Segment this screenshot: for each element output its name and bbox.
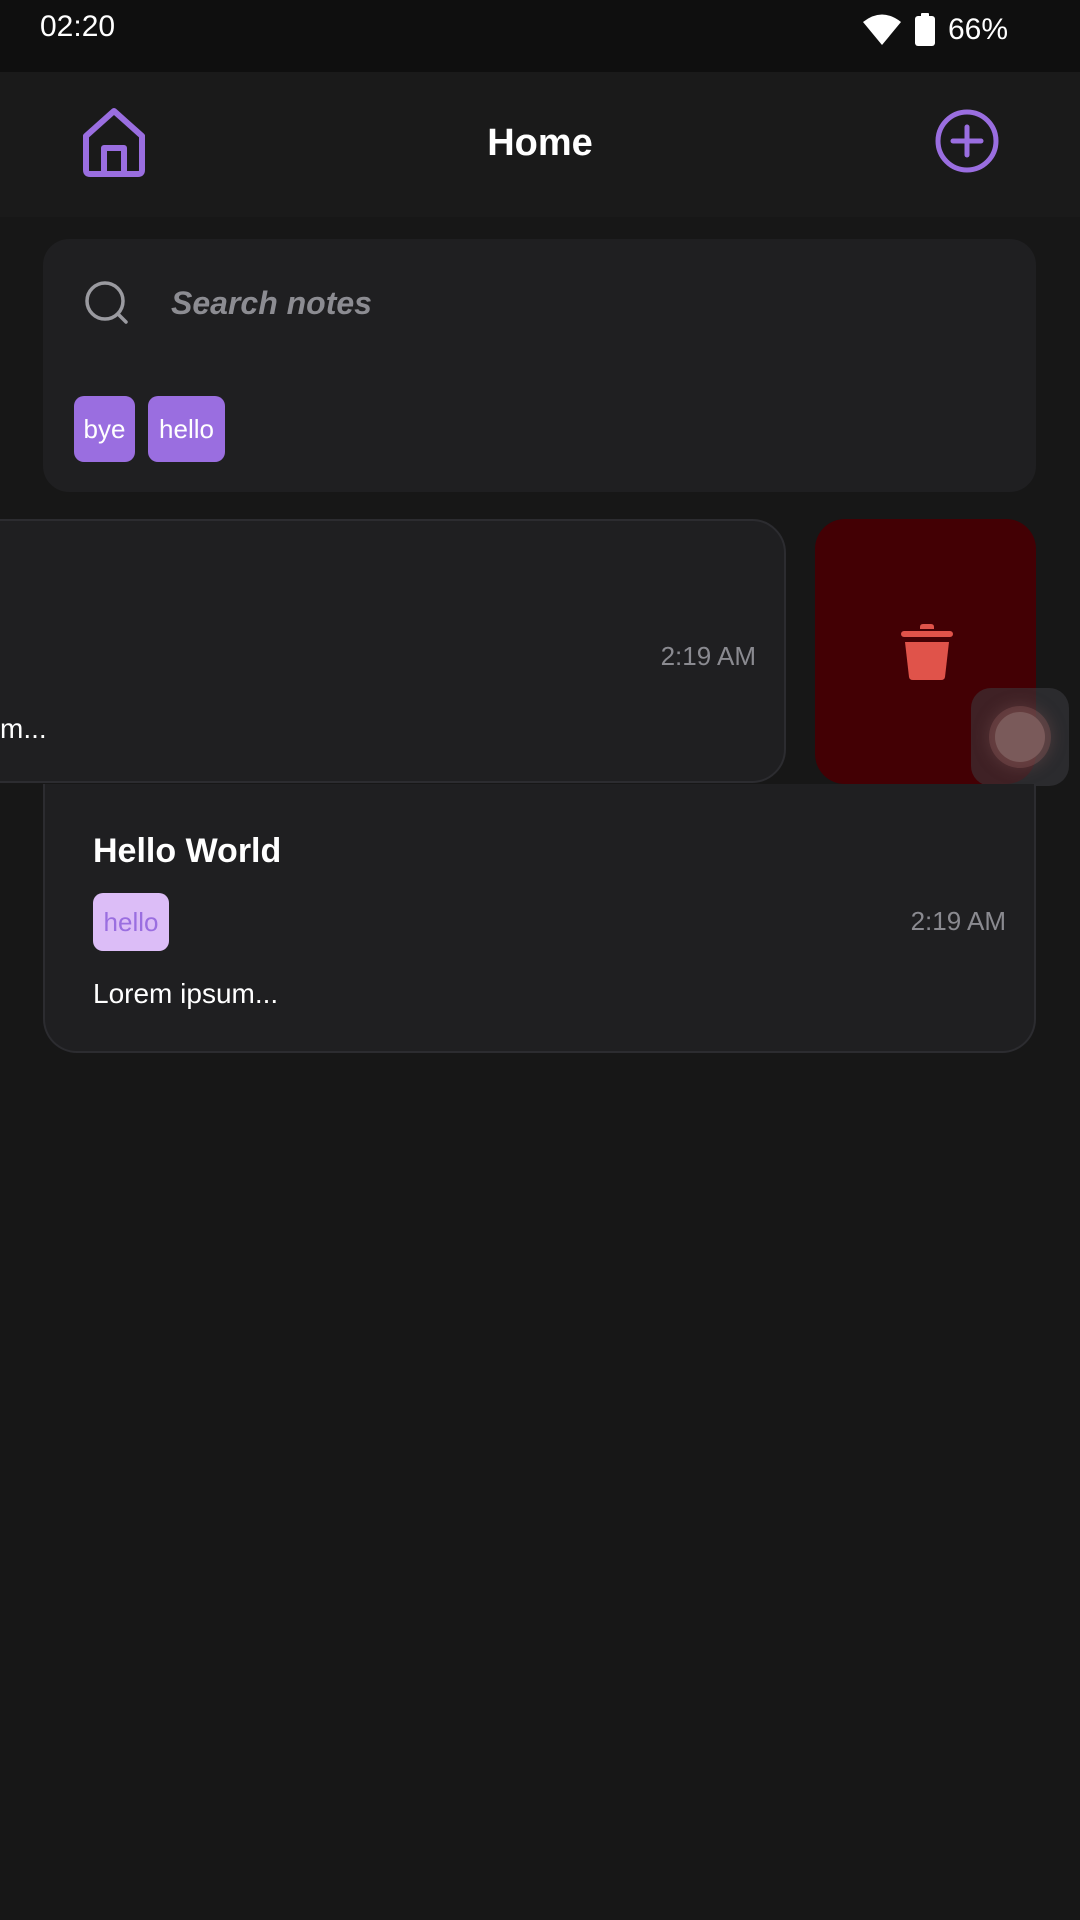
add-circle-icon [935, 109, 999, 173]
wifi-icon [862, 14, 901, 45]
tag-filter-hello[interactable]: hello [148, 396, 225, 462]
note-time: 2:19 AM [910, 906, 1006, 936]
note-title: Hello World [93, 832, 282, 870]
status-icons: 66% [862, 12, 1008, 48]
touch-point [995, 712, 1045, 762]
note-card[interactable]: Hello World hello 2:19 AM Lorem ipsum... [43, 784, 1036, 1053]
battery-icon [914, 13, 935, 46]
note-card-swiped[interactable]: 2:19 AM m... [0, 519, 786, 783]
status-time: 02:20 [40, 10, 116, 43]
app-header: Home [0, 72, 1080, 217]
status-bar: 02:20 66% [0, 0, 1080, 72]
note-tag-label: hello [103, 906, 159, 937]
search-input[interactable] [169, 277, 993, 329]
search-panel: bye hello [43, 239, 1036, 492]
tag-filter-label: hello [159, 413, 214, 444]
page-title: Home [487, 122, 593, 164]
tag-filter-label: bye [83, 413, 126, 444]
trash-icon [901, 624, 953, 680]
note-time: 2:19 AM [660, 641, 756, 671]
note-preview: m... [0, 713, 47, 744]
battery-percent: 66% [947, 13, 1008, 46]
add-note-button[interactable] [934, 108, 1000, 174]
search-icon [85, 281, 128, 324]
note-preview: Lorem ipsum... [93, 978, 279, 1009]
note-tag: hello [93, 893, 169, 951]
touch-indicator [971, 688, 1069, 786]
tag-filter-bye[interactable]: bye [74, 396, 135, 462]
